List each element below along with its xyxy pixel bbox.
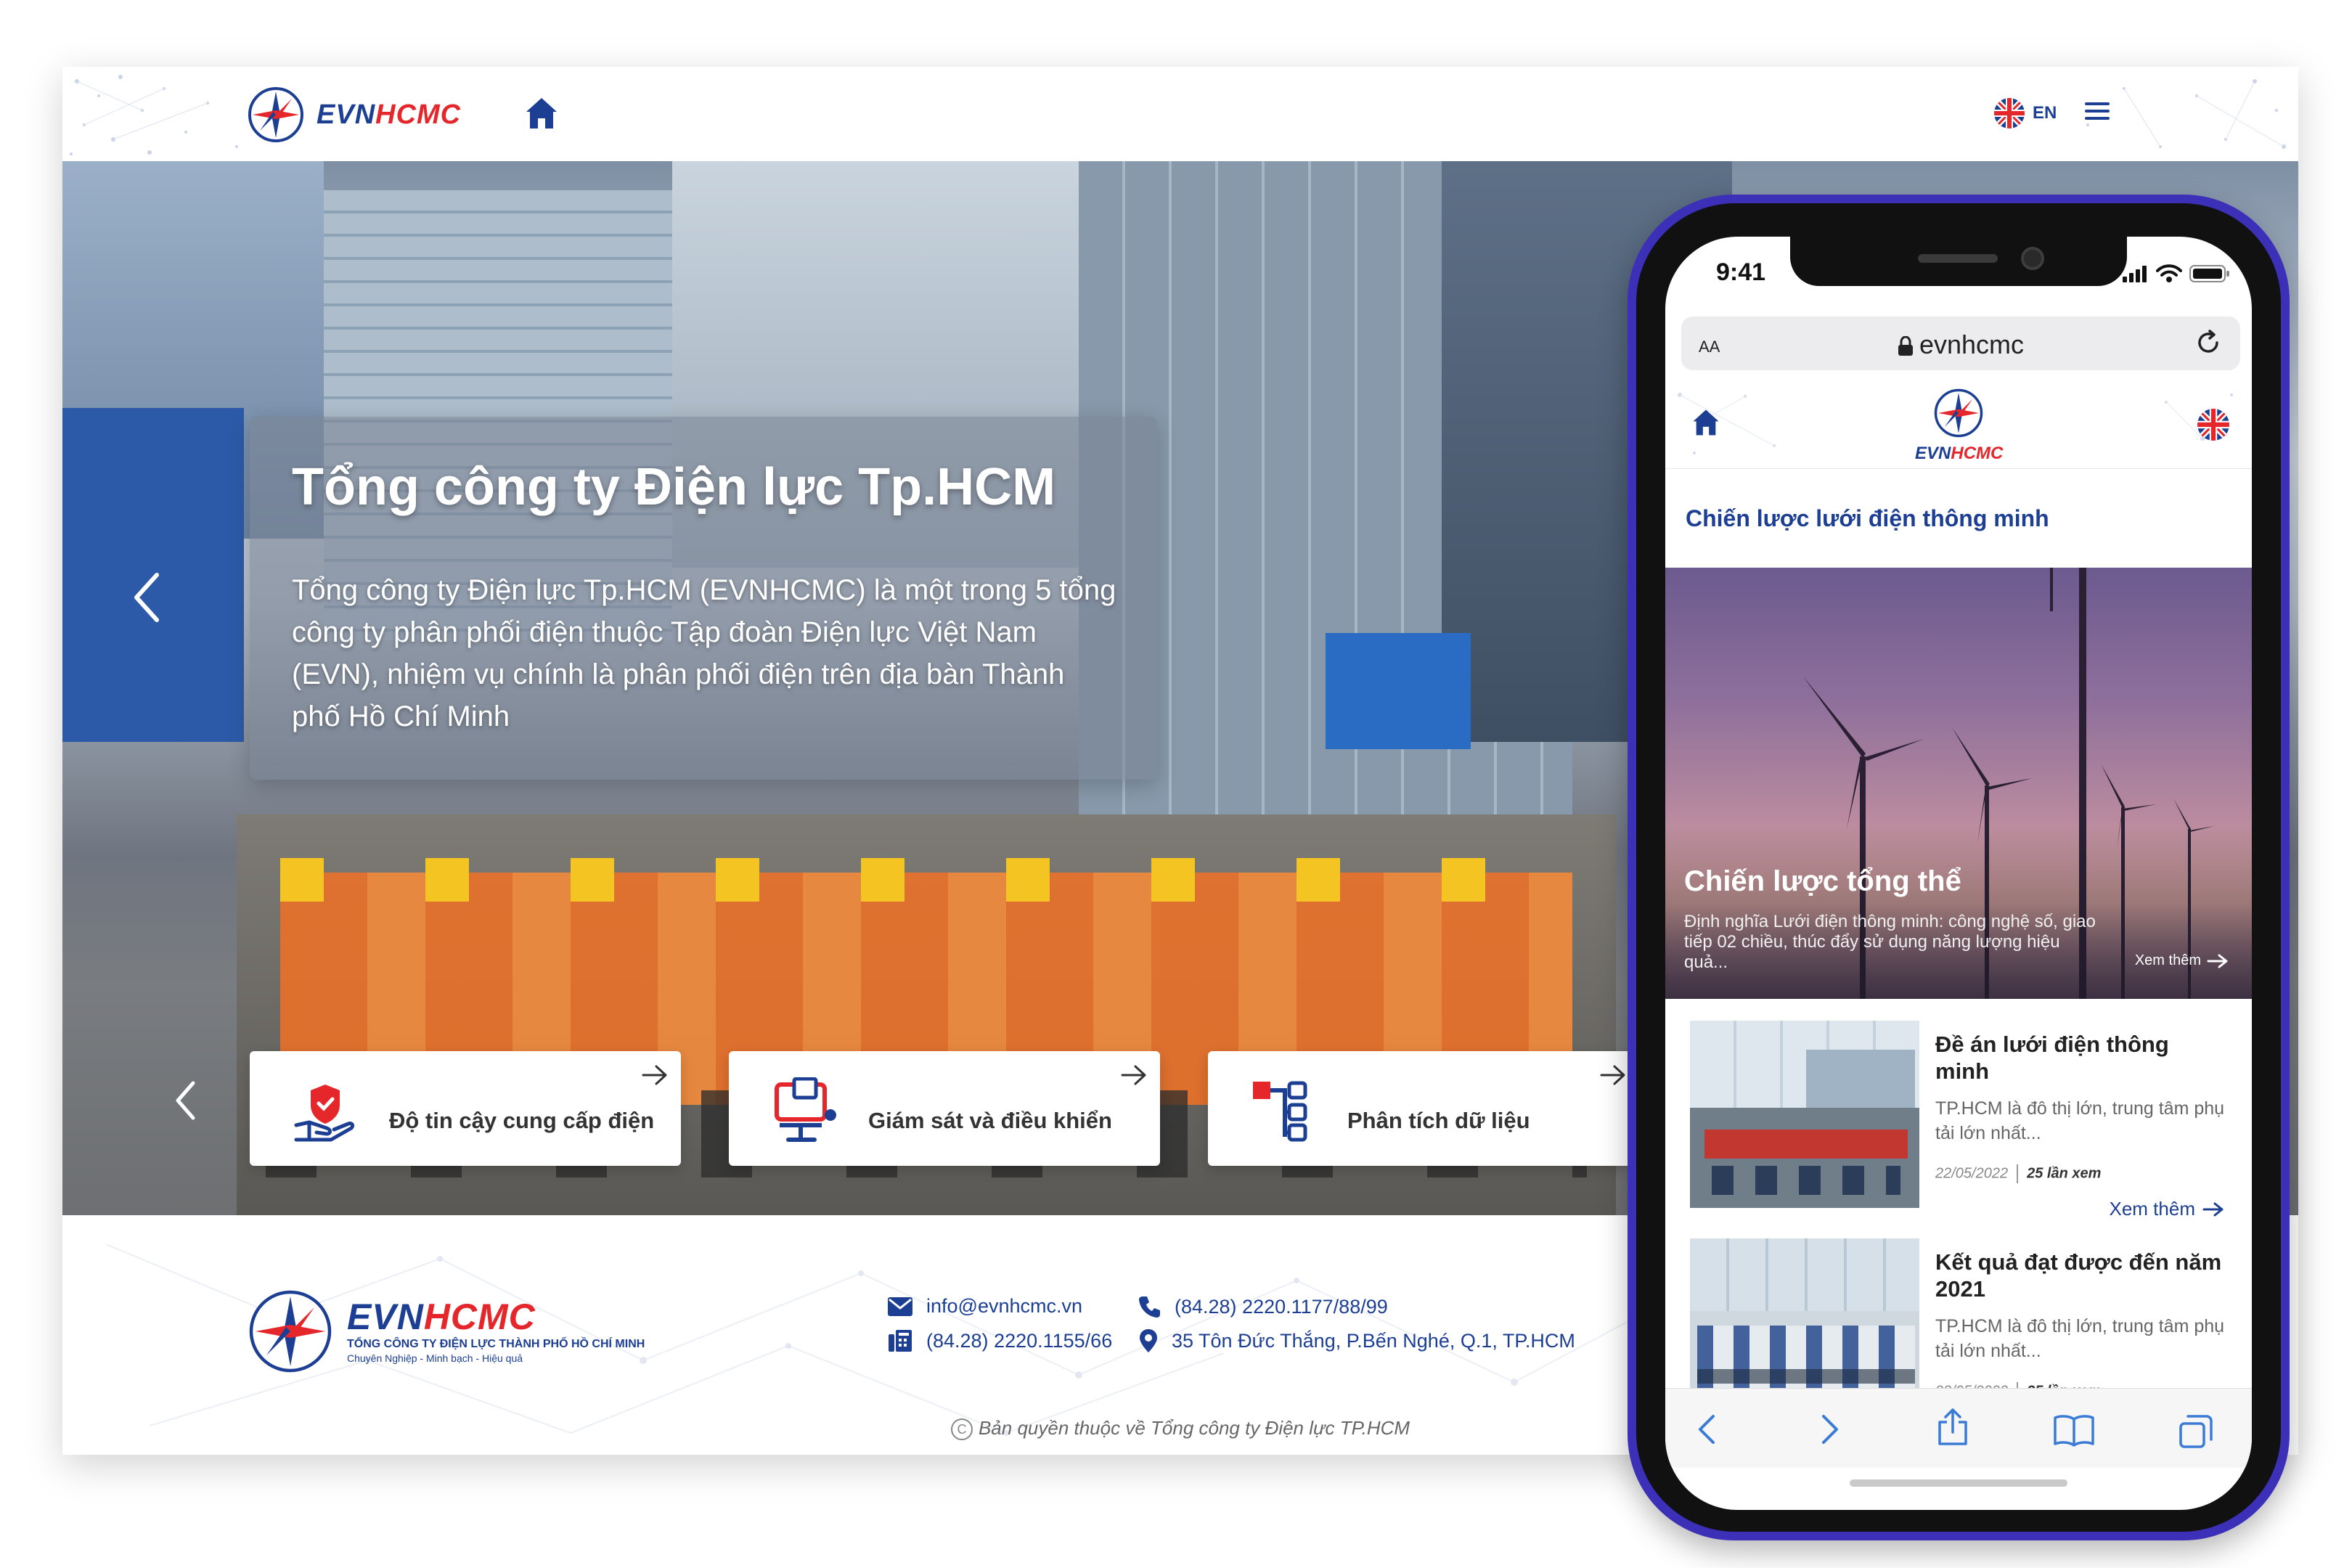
article-title: Kết quả đạt được đến năm 2021	[1935, 1249, 2222, 1302]
footer-email-text: info@evnhcmc.vn	[926, 1295, 1082, 1317]
tabs-icon[interactable]	[2178, 1413, 2214, 1450]
home-icon[interactable]	[1691, 408, 1720, 437]
data-tree-icon	[1253, 1081, 1307, 1142]
evn-star-emblem-icon	[1934, 388, 1983, 438]
logo-text-evn: EVN	[317, 99, 376, 130]
phone-mockup: 9:41 AA evnhcmc EVNHCMC Chiến lược lưới …	[1628, 195, 2290, 1540]
hero-previous-arrow-icon[interactable]	[132, 572, 161, 623]
fax-icon	[889, 1330, 912, 1352]
status-indicators	[2121, 264, 2230, 283]
monitor-control-icon	[775, 1077, 836, 1142]
hero-description: Tổng công ty Điện lực Tp.HCM (EVNHCMC) l…	[292, 574, 1116, 732]
banner-description: Định nghĩa Lưới điện thông minh: công ng…	[1684, 912, 2096, 972]
home-indicator	[1850, 1479, 2067, 1487]
language-label: EN	[2033, 103, 2057, 123]
copyright-icon: C	[950, 1418, 973, 1441]
browser-address-bar[interactable]: AA evnhcmc	[1681, 317, 2240, 370]
hero-title: Tổng công ty Điện lực Tp.HCM	[292, 458, 1056, 516]
share-icon[interactable]	[1935, 1408, 1970, 1447]
wifi-icon	[2156, 264, 2182, 282]
browser-toolbar	[1665, 1388, 2252, 1468]
url-text: evnhcmc	[1919, 330, 2025, 359]
feature-card-reliability[interactable]: Độ tin cậy cung cấp điện	[250, 1051, 681, 1166]
arrow-right-icon	[1121, 1065, 1146, 1085]
footer-phone[interactable]: (84.28) 2220.1177/88/99	[1138, 1295, 1388, 1318]
footer-phone-text: (84.28) 2220.1177/88/99	[1175, 1295, 1388, 1318]
location-pin-icon	[1140, 1329, 1157, 1352]
feature-card-data-analysis[interactable]: Phân tích dữ liệu	[1208, 1051, 1639, 1166]
arrow-right-icon	[2207, 954, 2228, 968]
article-description: TP.HCM là đô thị lớn, trung tâm phụ tải …	[1935, 1098, 2225, 1143]
signal-bars-icon	[2123, 266, 2147, 282]
reload-icon[interactable]	[2192, 327, 2224, 359]
logo-text-hcmc: HCMC	[375, 99, 462, 130]
mail-icon	[888, 1297, 912, 1316]
article-meta: 22/05/202225 lần xem	[1935, 1164, 2101, 1183]
bookmarks-icon[interactable]	[2053, 1413, 2095, 1447]
feature-label: Phân tích dữ liệu	[1347, 1108, 1530, 1133]
network-dots-decoration-right	[2086, 79, 2286, 149]
feature-label: Độ tin cậy cung cấp điện	[389, 1108, 655, 1133]
lock-icon	[1898, 336, 1913, 356]
article-read-more-link[interactable]: Xem thêm	[2110, 1198, 2225, 1220]
footer-logo-text-hcmc: HCMC	[423, 1297, 536, 1337]
hero-intro-card: Tổng công ty Điện lực Tp.HCM Tổng công t…	[250, 417, 1157, 780]
mobile-site-header: EVNHCMC	[1665, 380, 2252, 469]
evnhcmc-logo[interactable]: EVNHCMC	[247, 86, 461, 144]
feature-label: Giám sát và điều khiển	[868, 1108, 1112, 1133]
phone-notch	[1790, 237, 2127, 286]
section-title: Chiến lược lưới điện thông minh	[1686, 505, 2049, 531]
evn-star-emblem-icon	[248, 87, 303, 142]
arrow-right-icon	[2202, 1202, 2224, 1216]
footer-address-text: 35 Tôn Đức Thắng, P.Bến Nghé, Q.1, TP.HC…	[1172, 1329, 1575, 1352]
footer-logo-text-evn: EVN	[347, 1297, 424, 1337]
mobile-logo[interactable]: EVNHCMC	[1915, 388, 2004, 464]
language-switcher[interactable]: EN	[1993, 97, 2057, 129]
battery-icon	[2189, 265, 2229, 282]
network-dots-decoration	[70, 75, 238, 155]
article-title: Đề án lưới điện thông minh	[1935, 1032, 2169, 1084]
forward-arrow-icon[interactable]	[1818, 1413, 1842, 1445]
mobile-logo-text-evn: EVN	[1915, 444, 1951, 463]
article-description: TP.HCM là đô thị lớn, trung tâm phụ tải …	[1935, 1316, 2225, 1361]
front-camera-icon	[2021, 247, 2044, 270]
company-full-name: TỔNG CÔNG TY ĐIỆN LỰC THÀNH PHỐ HỒ CHÍ M…	[347, 1338, 645, 1350]
phone-screen: 9:41 AA evnhcmc EVNHCMC Chiến lược lưới …	[1665, 237, 2252, 1510]
article-item[interactable]: Đề án lưới điện thông minh TP.HCM là đô …	[1690, 1021, 2227, 1220]
feature-card-monitoring[interactable]: Giám sát và điều khiển	[729, 1051, 1160, 1166]
hamburger-menu-icon[interactable]	[2085, 100, 2110, 122]
hand-shield-icon	[294, 1085, 355, 1142]
arrow-right-icon	[642, 1065, 667, 1085]
home-icon[interactable]	[524, 96, 559, 131]
uk-flag-icon	[1994, 98, 2025, 128]
evn-star-emblem-icon	[249, 1290, 332, 1373]
footer-email[interactable]: info@evnhcmc.vn	[887, 1295, 1082, 1318]
back-arrow-icon[interactable]	[1694, 1413, 1719, 1445]
featured-article-banner[interactable]: Chiến lược tổng thể Định nghĩa Lưới điện…	[1665, 568, 2252, 999]
banner-read-more-link[interactable]: Xem thêm	[2135, 952, 2229, 969]
footer-logo[interactable]: EVNHCMC TỔNG CÔNG TY ĐIỆN LỰC THÀNH PHỐ …	[247, 1288, 645, 1375]
phone-icon	[1139, 1297, 1160, 1318]
article-thumbnail	[1690, 1021, 1919, 1208]
footer-fax: (84.28) 2220.1155/66	[887, 1328, 1112, 1353]
status-time: 9:41	[1716, 258, 1766, 286]
footer-address: 35 Tôn Đức Thắng, P.Bến Nghé, Q.1, TP.HC…	[1138, 1328, 1575, 1353]
uk-flag-icon[interactable]	[2197, 408, 2230, 441]
arrow-right-icon	[1600, 1065, 1625, 1085]
mobile-logo-text-hcmc: HCMC	[1951, 444, 2004, 463]
banner-title: Chiến lược tổng thể	[1684, 865, 1961, 897]
company-slogan: Chuyên Nghiệp - Minh bạch - Hiệu quả	[347, 1352, 523, 1364]
footer-fax-text: (84.28) 2220.1155/66	[926, 1329, 1113, 1352]
site-header: EVNHCMC EN	[62, 67, 2298, 161]
copyright-text: Bản quyền thuộc về Tổng công ty Điện lực…	[978, 1417, 1410, 1439]
features-previous-arrow-icon[interactable]	[174, 1080, 196, 1121]
